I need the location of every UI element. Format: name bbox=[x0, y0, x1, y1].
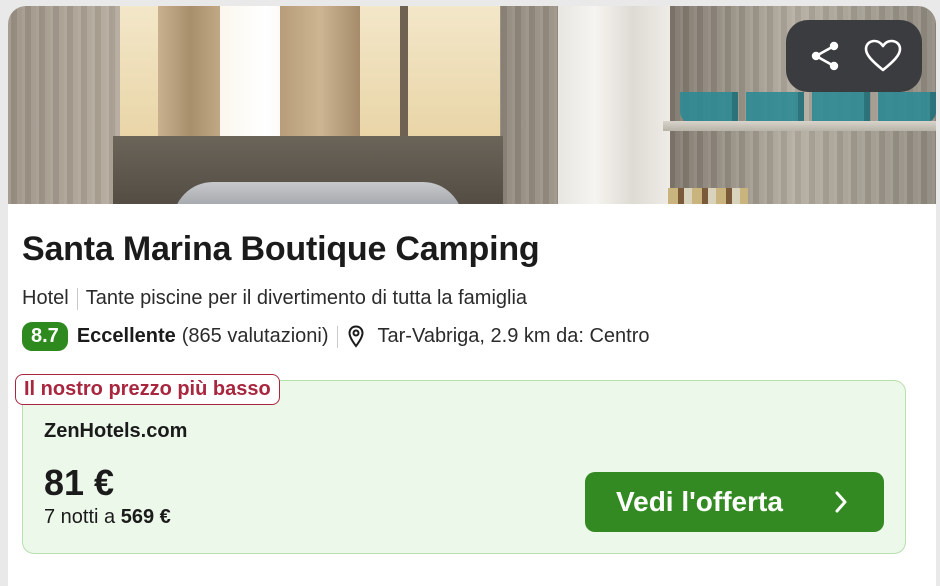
photo-shelf bbox=[663, 121, 936, 131]
hotel-name[interactable]: Santa Marina Boutique Camping bbox=[22, 230, 540, 269]
favorite-button[interactable] bbox=[859, 32, 907, 80]
photo-books bbox=[668, 188, 748, 204]
lowest-price-badge: Il nostro prezzo più basso bbox=[15, 374, 280, 405]
review-count[interactable]: (865 valutazioni) bbox=[182, 325, 329, 348]
rating-line: 8.7 Eccellente (865 valutazioni) Tar-Vab… bbox=[22, 322, 650, 351]
nights-text: 7 notti a bbox=[44, 506, 121, 528]
rating-label: Eccellente bbox=[76, 325, 176, 347]
photo-bowls bbox=[680, 92, 936, 122]
hotel-photo[interactable] bbox=[8, 6, 936, 204]
photo-bed bbox=[173, 182, 463, 204]
share-icon bbox=[811, 41, 839, 71]
view-offer-button[interactable]: Vedi l'offerta bbox=[585, 472, 884, 532]
photo-frame bbox=[400, 6, 408, 138]
location-text[interactable]: Tar-Vabriga, 2.9 km da: Centro bbox=[378, 325, 650, 348]
share-button[interactable] bbox=[801, 32, 849, 80]
view-offer-label: Vedi l'offerta bbox=[616, 486, 783, 517]
hotel-tagline: Tante piscine per il divertimento di tut… bbox=[85, 287, 528, 309]
offer-price: 81 € bbox=[44, 462, 115, 503]
heart-icon bbox=[864, 39, 902, 72]
hotel-subline: Hotel Tante piscine per il divertimento … bbox=[22, 287, 527, 310]
total-price: 569 € bbox=[120, 506, 171, 528]
photo-actions bbox=[786, 20, 922, 92]
chevron-right-icon bbox=[835, 491, 847, 513]
divider bbox=[336, 325, 338, 348]
hotel-type: Hotel bbox=[22, 287, 69, 309]
divider bbox=[76, 287, 78, 310]
location-pin-icon bbox=[348, 324, 364, 349]
photo-curtain bbox=[280, 6, 360, 138]
offer-provider: ZenHotels.com bbox=[44, 420, 188, 442]
photo-sheer-curtain bbox=[558, 6, 670, 204]
offer-total: 7 notti a 569 € bbox=[44, 506, 171, 529]
score-badge: 8.7 bbox=[22, 322, 68, 351]
